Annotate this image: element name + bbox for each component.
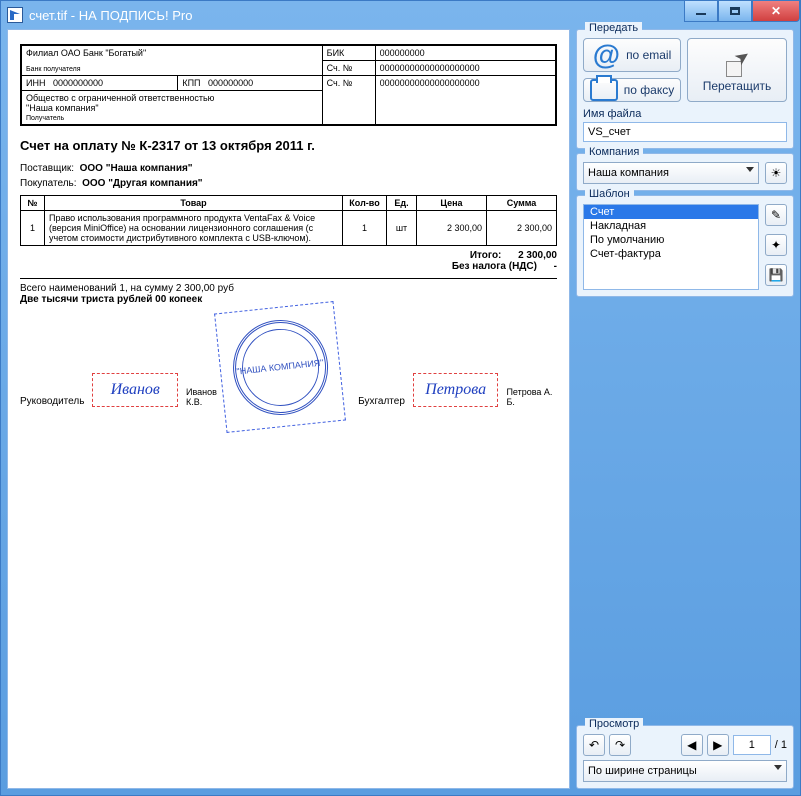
signer2-name: Петрова А. Б. <box>506 387 557 407</box>
disk-icon: 💾 <box>769 268 784 282</box>
at-icon: @ <box>593 39 620 71</box>
total-value: 2 300,00 <box>518 250 557 261</box>
signer2-role: Бухгалтер <box>358 396 405 407</box>
template-listbox[interactable]: Счет Накладная По умолчанию Счет-фактура <box>583 204 759 290</box>
chevron-left-icon: ◀ <box>687 738 696 752</box>
stamp-box: "НАША КОМПАНИЯ" <box>214 301 346 433</box>
template-new-button[interactable]: ✦ <box>765 234 787 256</box>
bik-label: БИК <box>322 46 375 61</box>
cursor-icon <box>724 47 750 77</box>
pencil-icon: ✎ <box>771 208 781 222</box>
send-fax-button[interactable]: по факсу <box>583 78 681 102</box>
chevron-right-icon: ▶ <box>713 738 722 752</box>
signer1-role: Руководитель <box>20 396 84 407</box>
document-page: Филиал ОАО Банк "Богатый" Банк получател… <box>20 44 557 407</box>
view-group: Просмотр ↶ ↷ ◀ ▶ / 1 По ширине страницы <box>576 725 794 789</box>
minimize-button[interactable] <box>684 1 718 22</box>
template-item-default[interactable]: По умолчанию <box>584 233 758 247</box>
maximize-button[interactable] <box>718 1 752 22</box>
document-title: Счет на оплату № К-2317 от 13 октября 20… <box>20 138 557 153</box>
app-icon <box>7 7 23 23</box>
document-preview-panel[interactable]: Филиал ОАО Банк "Богатый" Банк получател… <box>7 29 570 789</box>
signature1-box: Иванов <box>92 373 178 407</box>
window-title: счет.tif - НА ПОДПИСЬ! Pro <box>29 8 192 23</box>
rotate-right-button[interactable]: ↷ <box>609 734 631 756</box>
company-dropdown[interactable]: Наша компания <box>583 162 759 184</box>
next-page-button[interactable]: ▶ <box>707 734 729 756</box>
filename-label: Имя файла <box>583 108 787 120</box>
prev-page-button[interactable]: ◀ <box>681 734 703 756</box>
company-group: Компания Наша компания ☀ <box>576 153 794 191</box>
buyer-name: ООО "Другая компания" <box>82 178 202 189</box>
close-button[interactable]: ✕ <box>752 1 800 22</box>
template-group: Шаблон Счет Накладная По умолчанию Счет-… <box>576 195 794 297</box>
bank-recipient-label: Банк получателя <box>26 66 318 73</box>
app-window: счет.tif - НА ПОДПИСЬ! Pro ✕ Филиал ОАО … <box>0 0 801 796</box>
acc2-value: 00000000000000000000 <box>375 76 555 125</box>
fax-icon <box>590 79 618 101</box>
page-number-input[interactable] <box>733 735 771 755</box>
titlebar[interactable]: счет.tif - НА ПОДПИСЬ! Pro ✕ <box>1 1 800 29</box>
table-row: 1 Право использования программного проду… <box>21 211 557 246</box>
zoom-dropdown[interactable]: По ширине страницы <box>583 760 787 782</box>
acc-label: Сч. № <box>322 61 375 76</box>
signature2-box: Петрова <box>413 373 499 407</box>
gear-icon: ☀ <box>771 166 782 180</box>
bank-branch: Филиал ОАО Банк "Богатый" <box>26 48 318 58</box>
chevron-down-icon <box>774 765 782 770</box>
acc-value: 00000000000000000000 <box>375 61 555 76</box>
template-item-schet-faktura[interactable]: Счет-фактура <box>584 247 758 261</box>
items-table: № Товар Кол-во Ед. Цена Сумма 1 Право ис… <box>20 195 557 246</box>
page-total: / 1 <box>775 739 787 751</box>
send-email-button[interactable]: @ по email <box>583 38 681 72</box>
acc2-label: Сч. № <box>322 76 375 125</box>
template-item-nakladnaya[interactable]: Накладная <box>584 219 758 233</box>
drag-button[interactable]: Перетащить <box>687 38 787 102</box>
chevron-down-icon <box>746 167 754 172</box>
rotate-cw-icon: ↷ <box>615 738 625 752</box>
rotate-left-button[interactable]: ↶ <box>583 734 605 756</box>
template-save-button[interactable]: 💾 <box>765 264 787 286</box>
sum-in-words: Две тысячи триста рублей 00 копеек <box>20 294 557 305</box>
rotate-ccw-icon: ↶ <box>589 738 599 752</box>
send-group: Передать @ по email по факсу <box>576 29 794 149</box>
supplier-name: ООО "Наша компания" <box>80 163 193 174</box>
template-item-schet[interactable]: Счет <box>584 205 758 219</box>
bank-details-block: Филиал ОАО Банк "Богатый" Банк получател… <box>20 44 557 126</box>
template-edit-button[interactable]: ✎ <box>765 204 787 226</box>
company-settings-button[interactable]: ☀ <box>765 162 787 184</box>
bik-value: 000000000 <box>375 46 555 61</box>
filename-input[interactable] <box>583 122 787 142</box>
star-icon: ✦ <box>771 238 781 252</box>
